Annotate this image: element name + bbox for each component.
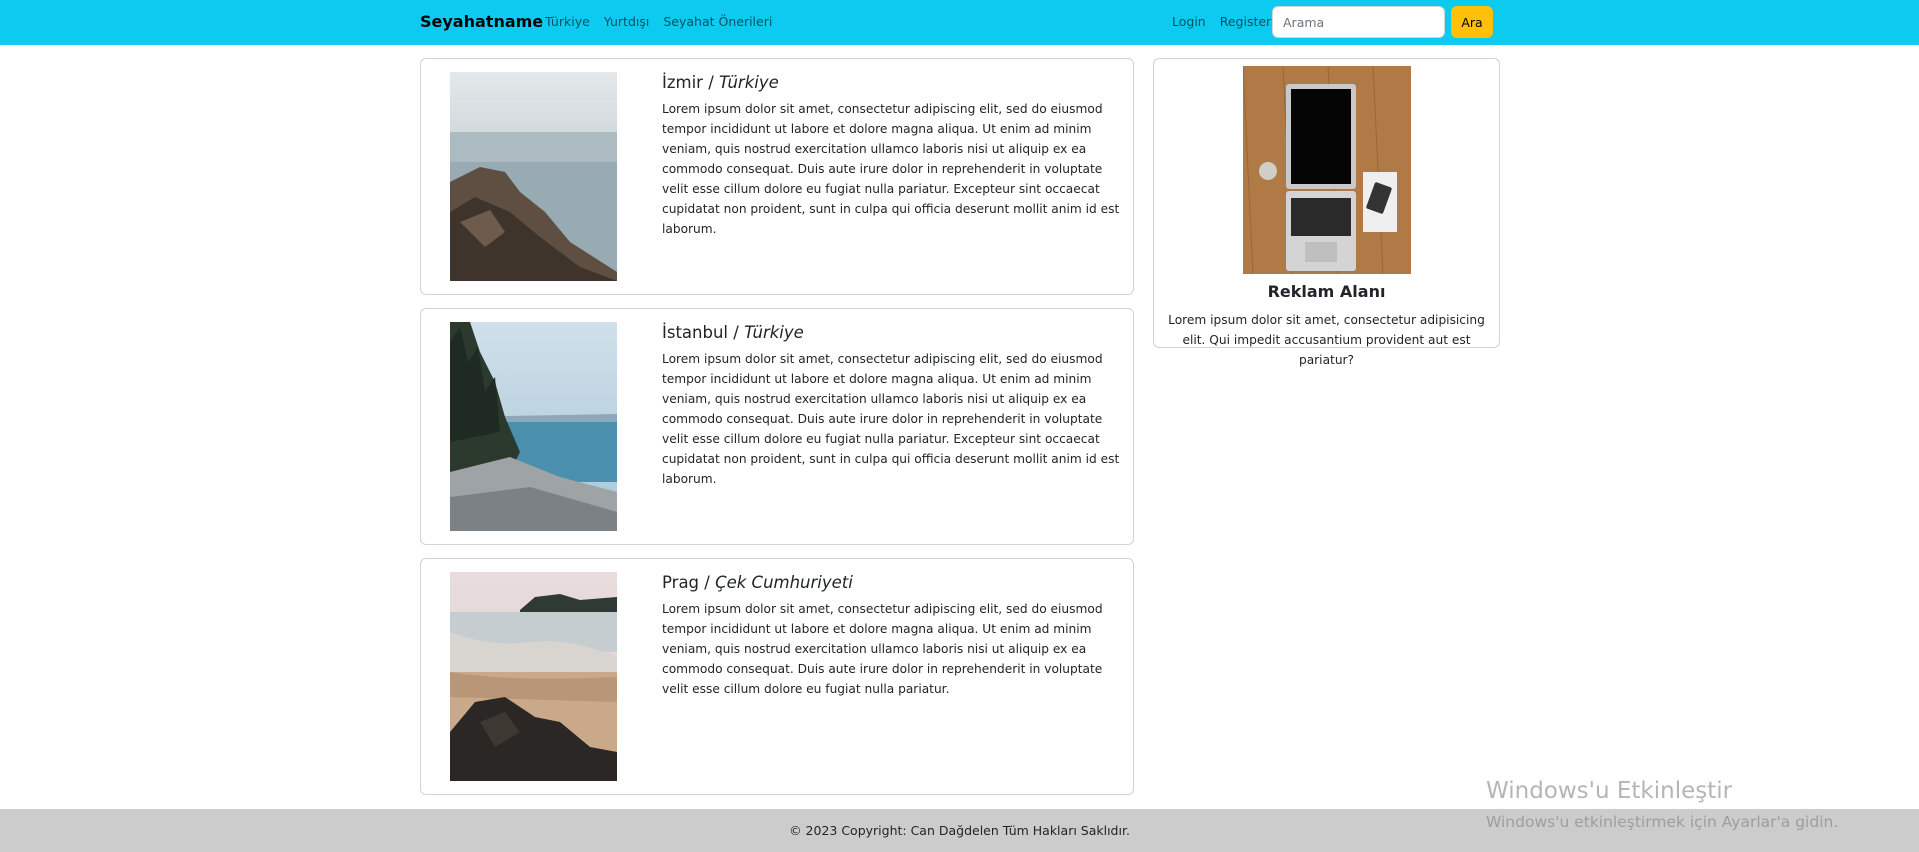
post-card-istanbul: İstanbul / Türkiye Lorem ipsum dolor sit… (420, 308, 1134, 545)
nav-link-seyahat-onerileri[interactable]: Seyahat Önerileri (663, 14, 772, 29)
post-country: Çek Cumhuriyeti (715, 573, 853, 592)
nav-link-yurtdisi[interactable]: Yurtdışı (604, 14, 650, 29)
nav-link-turkiye[interactable]: Türkiye (545, 14, 590, 29)
activation-watermark-subtitle: Windows'u etkinleştirmek için Ayarlar'a … (1486, 813, 1839, 831)
post-city: İstanbul / (662, 323, 745, 342)
login-link[interactable]: Login (1172, 14, 1206, 29)
post-image-izmir (450, 72, 617, 281)
navbar: Seyahatname Türkiye Yurtdışı Seyahat Öne… (0, 0, 1919, 45)
footer-text: © 2023 Copyright: Can Dağdelen Tüm Hakla… (789, 823, 1130, 838)
post-country: Türkiye (744, 323, 804, 342)
ad-text: Lorem ipsum dolor sit amet, consectetur … (1168, 313, 1485, 367)
post-card-izmir: İzmir / Türkiye Lorem ipsum dolor sit am… (420, 58, 1134, 295)
post-text-izmir: Lorem ipsum dolor sit amet, consectetur … (662, 102, 1120, 236)
post-title-istanbul: İstanbul / Türkiye (662, 323, 1128, 342)
post-text-istanbul: Lorem ipsum dolor sit amet, consectetur … (662, 352, 1120, 486)
post-body-istanbul: İstanbul / Türkiye Lorem ipsum dolor sit… (662, 323, 1128, 489)
ad-image (1243, 66, 1411, 274)
post-body-prag: Prag / Çek Cumhuriyeti Lorem ipsum dolor… (662, 573, 1128, 699)
ad-card: Reklam Alanı Lorem ipsum dolor sit amet,… (1153, 58, 1500, 367)
search-button[interactable]: Ara (1451, 6, 1493, 38)
auth-links: Login Register (1172, 14, 1271, 29)
nav-links: Türkiye Yurtdışı Seyahat Önerileri (545, 14, 772, 29)
ad-title: Reklam Alanı (1267, 282, 1386, 301)
register-link[interactable]: Register (1220, 14, 1271, 29)
activation-watermark-title: Windows'u Etkinleştir (1486, 778, 1733, 804)
post-city: Prag / (662, 573, 716, 592)
post-title-izmir: İzmir / Türkiye (662, 73, 1128, 92)
post-text-prag: Lorem ipsum dolor sit amet, consectetur … (662, 602, 1103, 696)
search-input[interactable] (1272, 6, 1445, 38)
post-city: İzmir / (662, 73, 720, 92)
post-country: Türkiye (719, 73, 779, 92)
post-image-istanbul (450, 322, 617, 531)
post-image-prag (450, 572, 617, 781)
brand-link[interactable]: Seyahatname (420, 12, 543, 31)
post-body-izmir: İzmir / Türkiye Lorem ipsum dolor sit am… (662, 73, 1128, 239)
post-card-prag: Prag / Çek Cumhuriyeti Lorem ipsum dolor… (420, 558, 1134, 795)
post-title-prag: Prag / Çek Cumhuriyeti (662, 573, 1128, 592)
